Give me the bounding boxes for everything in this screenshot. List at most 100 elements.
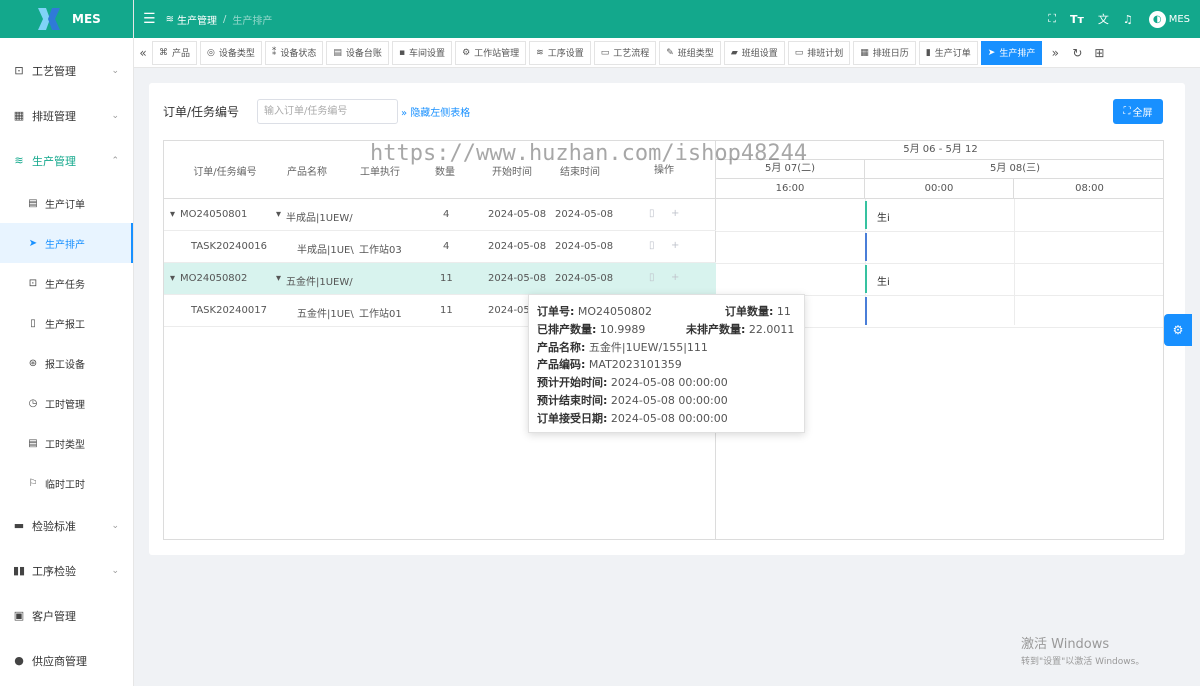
tooltip-value: 五金件|1UEW/155|111 xyxy=(588,340,708,354)
sidebar-item-customer[interactable]: ▣ 客户管理 xyxy=(0,593,133,638)
timeline-day: 5月 08(三) xyxy=(865,160,1163,179)
sidebar-item-shift[interactable]: ▦ 排班管理 ⌄ xyxy=(0,93,133,138)
tabs-menu-icon[interactable]: ⊞ xyxy=(1090,41,1108,65)
translate-icon[interactable]: 文 xyxy=(1098,11,1109,27)
sidebar-item-production-order[interactable]: ▤ 生产订单 xyxy=(0,183,133,223)
app-logo[interactable]: MES xyxy=(0,0,133,38)
clock-icon: ◷ xyxy=(28,397,38,409)
font-size-icon[interactable]: Tт xyxy=(1070,13,1084,26)
tooltip-line: 预计结束时间: 2024-05-08 00:00:00 xyxy=(537,392,796,410)
sidebar-item-hours-type[interactable]: ▤ 工时类型 xyxy=(0,423,133,463)
row-qty: 11 xyxy=(440,273,453,284)
sidebar-item-label: 临时工时 xyxy=(45,479,85,491)
sidebar-item-label: 生产任务 xyxy=(45,279,85,291)
sidebar-item-production-report[interactable]: ▯ 生产报工 xyxy=(0,303,133,343)
task-bar[interactable] xyxy=(865,297,867,325)
task-bar[interactable] xyxy=(865,201,867,229)
tooltip-line: 订单号: MO24050802 订单数量: 11 xyxy=(537,303,796,321)
user-name[interactable]: MES xyxy=(1169,14,1190,25)
add-icon[interactable]: + xyxy=(671,272,679,283)
sidebar-item-report-device[interactable]: ⊛ 报工设备 xyxy=(0,343,133,383)
sidebar-item-production-task[interactable]: ⊡ 生产任务 xyxy=(0,263,133,303)
tooltip-value: 10.9989 xyxy=(599,322,646,336)
table-row[interactable]: TASK20240016 半成品|1UE\ 工作站03 4 2024-05-08… xyxy=(164,231,716,263)
tooltip-line: 产品名称: 五金件|1UEW/155|111 xyxy=(537,339,796,357)
tabs-scroll-left-icon[interactable]: « xyxy=(134,41,152,65)
tab-shift-plan[interactable]: ▭ 排班计划 xyxy=(787,40,851,65)
tooltip-value: 2024-05-08 00:00:00 xyxy=(610,393,728,407)
document-icon[interactable]: ▯ xyxy=(649,240,655,251)
tab-production-scheduling[interactable]: ➤ 生产排产 xyxy=(980,40,1043,65)
tooltip-label: 已排产数量: xyxy=(537,322,597,336)
tab-route[interactable]: ▭ 工艺流程 xyxy=(593,40,657,65)
avatar[interactable]: ◐ xyxy=(1148,10,1166,28)
tab-label: 班组类型 xyxy=(677,49,714,59)
windows-activation-hint: 转到"设置"以激活 Windows。 xyxy=(1021,657,1145,667)
fullscreen-icon[interactable]: ⛶ xyxy=(1048,12,1056,26)
tab-label: 设备类型 xyxy=(218,49,255,59)
expand-caret-icon[interactable]: ▾ xyxy=(276,273,281,284)
row-start: 2024-05-08 xyxy=(488,241,547,252)
sidebar-item-inspection-standard[interactable]: ▬ 检验标准 ⌄ xyxy=(0,503,133,548)
tab-shift-calendar[interactable]: ▦ 排班日历 xyxy=(853,40,916,65)
sidebar-item-temp-hours[interactable]: ⚐ 临时工时 xyxy=(0,463,133,503)
row-qty: 4 xyxy=(443,209,450,220)
watermark: https://www.huzhan.com/ishop48244 xyxy=(370,141,808,166)
tab-workshop[interactable]: ▪ 车间设置 xyxy=(391,40,453,65)
sidebar-item-supplier[interactable]: ● 供应商管理 xyxy=(0,638,133,683)
message-icon: ▭ xyxy=(794,47,804,58)
app-title: MES xyxy=(72,12,101,26)
tab-team-type[interactable]: ✎ 班组类型 xyxy=(659,40,721,65)
order-tooltip: 订单号: MO24050802 订单数量: 11 已排产数量: 10.9989 … xyxy=(528,294,805,433)
hide-left-table-link[interactable]: » 隐藏左侧表格 xyxy=(401,104,470,119)
server-icon: ▤ xyxy=(333,47,342,58)
sidebar-item-production-scheduling[interactable]: ➤ 生产排产 xyxy=(0,223,133,263)
user-icon: ● xyxy=(14,654,24,667)
row-end: 2024-05-08 xyxy=(555,241,614,252)
document-icon[interactable]: ▯ xyxy=(649,208,655,219)
search-input[interactable] xyxy=(257,99,398,124)
bell-icon[interactable]: ♫ xyxy=(1123,13,1133,26)
fullscreen-button[interactable]: ⛶ 全屏 xyxy=(1113,99,1163,124)
expand-caret-icon[interactable]: ▾ xyxy=(276,209,281,220)
top-navbar: ☰ ≋ 生产管理 / 生产排产 ⛶ Tт 文 ♫ ◐ MES xyxy=(134,0,1200,38)
tab-device-ledger[interactable]: ▤ 设备台账 xyxy=(326,40,389,65)
sidebar-item-label: 工序检验 xyxy=(32,564,76,578)
document-icon[interactable]: ▯ xyxy=(649,272,655,283)
book-icon: ▰ xyxy=(730,47,738,58)
add-icon[interactable]: + xyxy=(671,240,679,251)
sidebar-item-hours-management[interactable]: ◷ 工时管理 xyxy=(0,383,133,423)
tab-workstation[interactable]: ⚙ 工作站管理 xyxy=(455,40,527,65)
send-icon: ➤ xyxy=(28,237,38,249)
tab-team-setting[interactable]: ▰ 班组设置 xyxy=(723,40,785,65)
tab-process[interactable]: ≋ 工序设置 xyxy=(529,40,591,65)
tab-device-type[interactable]: ◎ 设备类型 xyxy=(200,40,262,65)
tab-product[interactable]: ⌘ 产品 xyxy=(152,40,198,65)
tab-device-status[interactable]: ⁑ 设备状态 xyxy=(264,40,324,65)
table-row[interactable]: ▾ MO24050802 ▾ 五金件|1UEW/ 11 2024-05-08 2… xyxy=(164,263,716,295)
task-bar-label: 生i xyxy=(877,213,890,224)
chevron-down-icon: ⌄ xyxy=(111,565,119,576)
sidebar: MES ⊡ 工艺管理 ⌄ ▦ 排班管理 ⌄ ≋ 生产管理 ⌃ ▤ 生产订单 ➤ 生产排产 ⊡ 生产… xyxy=(0,0,134,686)
task-bar[interactable] xyxy=(865,265,867,293)
expand-caret-icon[interactable]: ▾ xyxy=(170,273,175,284)
sidebar-item-production[interactable]: ≋ 生产管理 ⌃ xyxy=(0,138,133,183)
windows-activation-notice: 激活 Windows 转到"设置"以激活 Windows。 xyxy=(1021,633,1144,667)
expand-caret-icon[interactable]: ▾ xyxy=(170,209,175,220)
sidebar-item-craft[interactable]: ⊡ 工艺管理 ⌄ xyxy=(0,48,133,93)
sidebar-item-label: 工时管理 xyxy=(45,399,85,411)
settings-float-button[interactable]: ⚙ xyxy=(1164,314,1192,346)
chevron-down-icon: ⌄ xyxy=(111,520,119,531)
sidebar-item-label: 工艺管理 xyxy=(32,64,76,78)
add-icon[interactable]: + xyxy=(671,208,679,219)
task-bar[interactable] xyxy=(865,233,867,261)
tabs-scroll-right-icon[interactable]: » xyxy=(1046,41,1064,65)
column-header[interactable]: 订单/任务编号 xyxy=(185,163,265,178)
column-header[interactable]: 产品名称 xyxy=(276,163,338,178)
menu-toggle-icon[interactable]: ☰ xyxy=(143,11,156,27)
refresh-icon[interactable]: ↻ xyxy=(1068,41,1086,65)
sidebar-item-process-inspection[interactable]: ▮▮ 工序检验 ⌄ xyxy=(0,548,133,593)
table-row[interactable]: ▾ MO24050801 ▾ 半成品|1UEW/ 4 2024-05-08 20… xyxy=(164,199,716,231)
breadcrumb-item[interactable]: 生产管理 xyxy=(177,12,217,27)
tab-production-order[interactable]: ▮ 生产订单 xyxy=(918,40,978,65)
